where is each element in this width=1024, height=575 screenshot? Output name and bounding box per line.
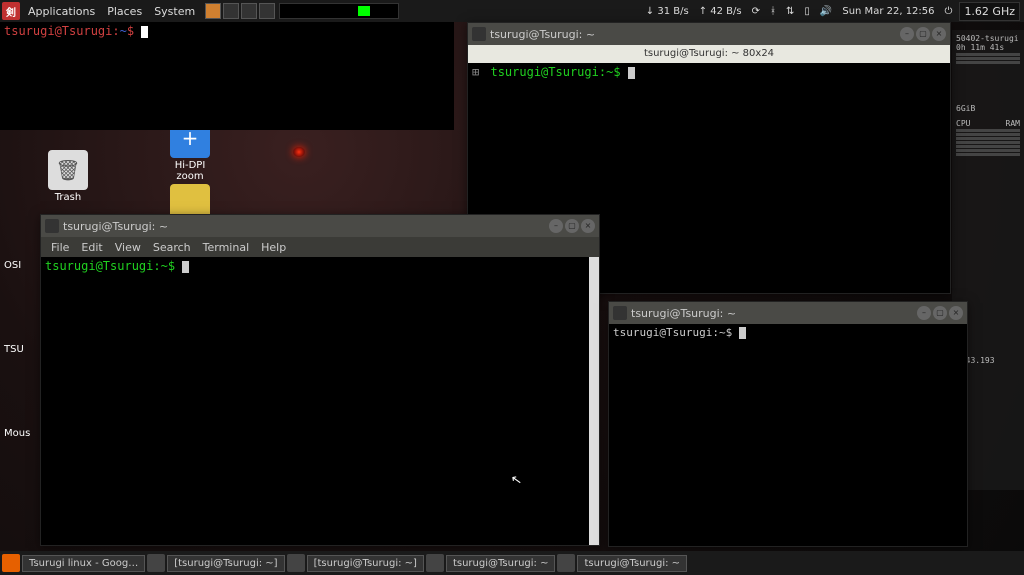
prompt-dollar: $ (726, 326, 733, 339)
terminal-icon[interactable] (287, 554, 305, 572)
terminal-window-borderless[interactable]: tsurugi@Tsurugi:~$ (0, 22, 454, 130)
network-icon[interactable]: ⇅ (783, 6, 797, 17)
close-button[interactable]: × (932, 27, 946, 41)
terminal-window[interactable]: tsurugi@Tsurugi: ~ – ▢ × tsurugi@Tsurugi… (608, 301, 968, 547)
menu-system[interactable]: System (148, 5, 201, 18)
titlebar[interactable]: tsurugi@Tsurugi: ~ – ▢ × (609, 302, 967, 324)
desktop-label: Mous (4, 428, 30, 439)
top-panel: 剣 Applications Places System ↓ 31 B/s ↑ … (0, 0, 1024, 22)
close-button[interactable]: × (581, 219, 595, 233)
taskbar-item[interactable]: tsurugi@Tsurugi: ~ (577, 555, 687, 572)
terminal-icon[interactable] (557, 554, 575, 572)
taskbar-item[interactable]: [tsurugi@Tsurugi: ~] (307, 555, 424, 572)
prompt-user: tsurugi@Tsurugi (4, 24, 112, 38)
terminal-cursor (141, 26, 148, 38)
tray-app-icon[interactable] (259, 3, 275, 19)
terminal-cursor (628, 67, 635, 79)
window-title: tsurugi@Tsurugi: ~ (63, 220, 549, 233)
taskbar-item[interactable]: [tsurugi@Tsurugi: ~] (167, 555, 284, 572)
titlebar[interactable]: tsurugi@Tsurugi: ~ – ▢ × (41, 215, 599, 237)
tray-app-icon[interactable] (241, 3, 257, 19)
minimize-button[interactable]: – (917, 306, 931, 320)
desktop-label: TSU (4, 344, 24, 355)
minimize-button[interactable]: – (549, 219, 563, 233)
cpu-graph (279, 3, 399, 19)
firefox-icon[interactable] (2, 554, 20, 572)
net-up: ↑ 42 B/s (696, 6, 745, 17)
prompt-path: ~ (161, 259, 168, 273)
cpu-freq: 1.62 GHz (959, 2, 1020, 21)
titlebar[interactable]: tsurugi@Tsurugi: ~ – ▢ × (468, 23, 950, 45)
minimize-button[interactable]: – (900, 27, 914, 41)
terminal-icon (472, 27, 486, 41)
tray-launchers (205, 3, 275, 19)
desktop-icon-label: Hi-DPI zoom (175, 160, 206, 182)
menu-file[interactable]: File (45, 241, 75, 254)
desktop-icon-trash[interactable]: 🗑 Trash (38, 150, 98, 203)
conky-host: 50402-tsurugi (956, 34, 1020, 43)
maximize-button[interactable]: ▢ (916, 27, 930, 41)
bluetooth-icon[interactable]: ᚼ (767, 6, 779, 17)
net-down: ↓ 31 B/s (643, 6, 692, 17)
prompt-dollar: $ (613, 65, 620, 79)
taskbar-item[interactable]: tsurugi@Tsurugi: ~ (446, 555, 556, 572)
menu-view[interactable]: View (109, 241, 147, 254)
menubar: File Edit View Search Terminal Help (41, 237, 599, 257)
menu-edit[interactable]: Edit (75, 241, 108, 254)
close-button[interactable]: × (949, 306, 963, 320)
prompt-user: tsurugi@Tsurugi (613, 326, 712, 339)
prompt-path: ~ (719, 326, 726, 339)
prompt-path: ~ (120, 24, 127, 38)
maximize-button[interactable]: ▢ (933, 306, 947, 320)
desktop-label: OSI (4, 260, 21, 271)
mouse-pointer: ↖ (510, 472, 523, 489)
taskbar-item[interactable]: Tsurugi linux - Goog… (22, 555, 145, 572)
wallpaper-eye (293, 147, 305, 157)
panel-indicators: ↓ 31 B/s ↑ 42 B/s ⟳ ᚼ ⇅ ▯ 🔊 Sun Mar 22, … (643, 2, 1024, 21)
conky-uptime: 0h 11m 41s (956, 43, 1020, 52)
trash-icon: 🗑 (48, 150, 88, 190)
terminal-icon[interactable] (426, 554, 444, 572)
terminal-cursor (739, 327, 746, 339)
prompt-dollar: $ (127, 24, 134, 38)
clock[interactable]: Sun Mar 22, 12:56 (839, 6, 937, 17)
tray-app-icon[interactable] (223, 3, 239, 19)
prompt-dollar: $ (168, 259, 175, 273)
distro-logo-icon[interactable]: 剣 (2, 2, 20, 20)
window-title: tsurugi@Tsurugi: ~ (631, 307, 917, 320)
scrollbar[interactable] (589, 257, 599, 545)
volume-icon[interactable]: 🔊 (817, 6, 835, 17)
menu-places[interactable]: Places (101, 5, 148, 18)
firefox-icon[interactable] (205, 3, 221, 19)
refresh-icon[interactable]: ⟳ (749, 6, 763, 17)
taskbar: Tsurugi linux - Goog… [tsurugi@Tsurugi: … (0, 551, 1024, 575)
desktop-icon-label: Trash (55, 192, 81, 203)
terminal-icon (45, 219, 59, 233)
menu-terminal[interactable]: Terminal (197, 241, 256, 254)
prompt-user: tsurugi@Tsurugi (490, 65, 598, 79)
power-icon[interactable]: ⏻ (942, 6, 956, 17)
menu-applications[interactable]: Applications (22, 5, 101, 18)
terminal-window[interactable]: tsurugi@Tsurugi: ~ – ▢ × File Edit View … (40, 214, 600, 546)
terminal-icon[interactable] (147, 554, 165, 572)
window-subtitle: tsurugi@Tsurugi: ~ 80x24 (468, 45, 950, 63)
pane-icon[interactable]: ⊞ (472, 65, 479, 79)
conky-mem: 6GiB (956, 104, 1020, 113)
prompt-user: tsurugi@Tsurugi (45, 259, 153, 273)
menu-help[interactable]: Help (255, 241, 292, 254)
battery-icon[interactable]: ▯ (801, 6, 813, 17)
maximize-button[interactable]: ▢ (565, 219, 579, 233)
window-title: tsurugi@Tsurugi: ~ (490, 28, 900, 41)
terminal-cursor (182, 261, 189, 273)
menu-search[interactable]: Search (147, 241, 197, 254)
terminal-icon (613, 306, 627, 320)
